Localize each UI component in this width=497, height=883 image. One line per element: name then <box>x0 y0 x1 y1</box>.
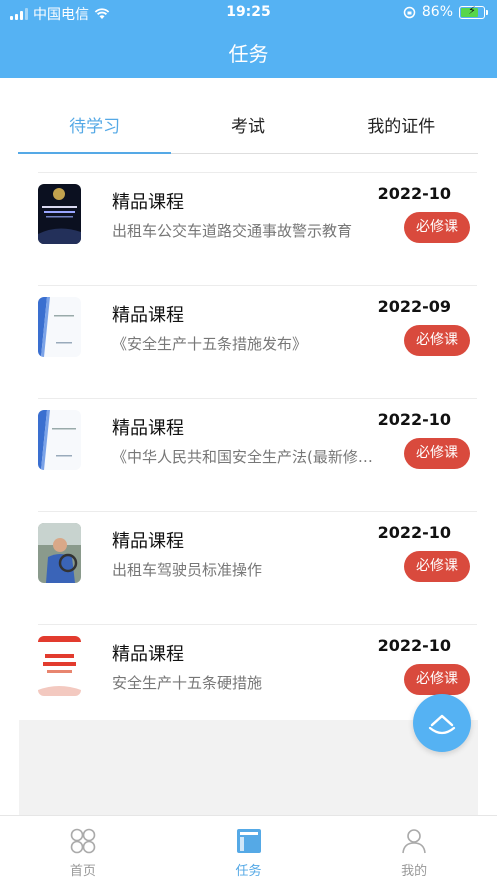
battery-icon: ⚡ <box>459 4 488 19</box>
required-course-badge: 必修课 <box>404 212 470 243</box>
scroll-to-top-button[interactable] <box>413 694 471 752</box>
course-item[interactable]: 精品课程 2022-10 《中华人民共和国安全生产法(最新修订)》 必修课 <box>0 386 497 499</box>
task-list-icon <box>236 829 261 853</box>
driver-photo-thumbnail <box>38 523 81 583</box>
tab-bar: 待学习 考试 我的证件 <box>18 96 478 154</box>
app-header: 中国电信 19:25 86% ⚡ 任务 <box>0 0 497 78</box>
nav-label: 任务 <box>235 864 262 879</box>
course-item[interactable]: 精品课程 2022-10 出租车驾驶员标准操作 必修课 <box>0 499 497 612</box>
course-description: 《中华人民共和国安全生产法(最新修订)》 <box>112 448 387 466</box>
dark-poster-thumbnail <box>38 184 81 244</box>
battery-percent: 86% <box>421 4 453 20</box>
list-footer-area <box>19 720 478 815</box>
required-course-badge: 必修课 <box>404 551 470 582</box>
course-description: 出租车驾驶员标准操作 <box>112 561 263 579</box>
document-cover-thumbnail <box>38 410 81 470</box>
document-cover-thumbnail <box>38 297 81 357</box>
tab-my-certificates[interactable]: 我的证件 <box>325 96 478 153</box>
nav-tasks[interactable]: 任务 <box>166 816 332 883</box>
course-item[interactable]: 精品课程 2022-10 出租车公交车道路交通事故警示教育 必修课 <box>0 160 497 273</box>
course-description: 出租车公交车道路交通事故警示教育 <box>112 222 353 240</box>
course-date: 2022-09 <box>377 297 451 316</box>
course-date: 2022-10 <box>377 184 451 203</box>
required-course-badge: 必修课 <box>404 438 470 469</box>
course-title: 精品课程 <box>112 192 184 213</box>
tab-exam[interactable]: 考试 <box>171 96 324 153</box>
nav-label: 我的 <box>401 864 428 879</box>
orientation-lock-icon <box>403 6 416 18</box>
page-title: 任务 <box>228 42 269 66</box>
status-bar: 中国电信 19:25 86% ⚡ <box>0 0 497 26</box>
course-title: 精品课程 <box>112 305 184 326</box>
course-description: 安全生产十五条硬措施 <box>112 674 263 692</box>
chevron-up-icon <box>428 714 456 735</box>
bottom-nav: 首页 任务 我的 <box>0 815 497 883</box>
course-title: 精品课程 <box>112 644 184 665</box>
profile-icon <box>402 829 426 854</box>
nav-profile[interactable]: 我的 <box>331 816 497 883</box>
home-grid-icon <box>70 828 96 854</box>
course-date: 2022-10 <box>377 523 451 542</box>
course-item[interactable]: 精品课程 2022-09 《安全生产十五条措施发布》 必修课 <box>0 273 497 386</box>
course-list: 精品课程 2022-10 出租车公交车道路交通事故警示教育 必修课 精品课程 2… <box>0 160 497 725</box>
tab-to-study[interactable]: 待学习 <box>18 96 172 154</box>
course-date: 2022-10 <box>377 410 451 429</box>
course-title: 精品课程 <box>112 531 184 552</box>
course-date: 2022-10 <box>377 636 451 655</box>
nav-label: 首页 <box>69 864 96 879</box>
red-text-poster-thumbnail <box>38 636 81 696</box>
course-description: 《安全生产十五条措施发布》 <box>112 335 308 353</box>
nav-home[interactable]: 首页 <box>0 816 166 883</box>
required-course-badge: 必修课 <box>404 325 470 356</box>
required-course-badge: 必修课 <box>404 664 470 695</box>
course-title: 精品课程 <box>112 418 184 439</box>
